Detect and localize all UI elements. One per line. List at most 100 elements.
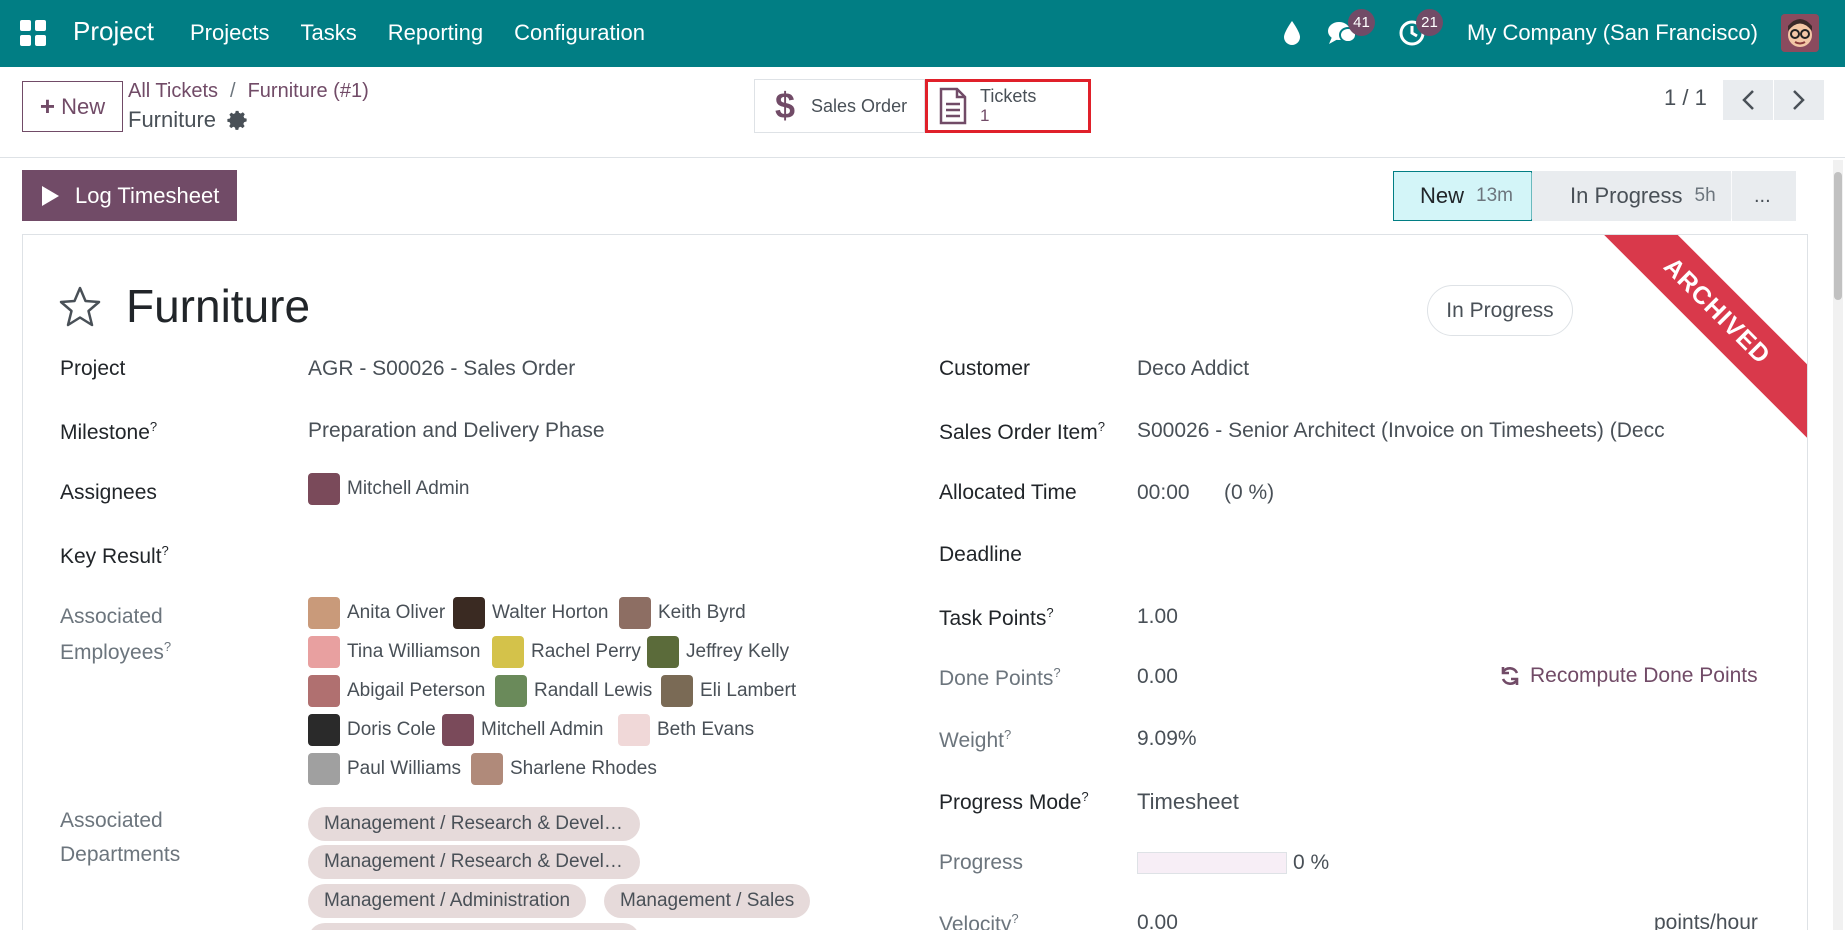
droplet-icon[interactable] <box>1283 20 1301 46</box>
sales-order-smart-button[interactable]: $ Sales Order <box>754 79 925 133</box>
weight-value: 9.09% <box>1137 727 1197 750</box>
scrollbar-thumb[interactable] <box>1834 172 1842 300</box>
breadcrumb-separator: / <box>230 80 236 102</box>
project-label: Project <box>60 357 126 380</box>
stage-new[interactable]: New 13m <box>1393 171 1532 221</box>
velocity-label: Velocity? <box>939 911 1019 930</box>
plus-icon: + <box>39 91 56 121</box>
employee-tag[interactable]: Randall Lewis <box>495 675 652 707</box>
breadcrumb-furniture[interactable]: Furniture (#1) <box>248 80 369 102</box>
menu-configuration[interactable]: Configuration <box>514 20 645 46</box>
employee-tag[interactable]: Mitchell Admin <box>442 714 604 746</box>
stage-in-progress[interactable]: In Progress 5h <box>1532 171 1732 221</box>
sales-order-item-label: Sales Order Item? <box>939 419 1105 444</box>
log-timesheet-label: Log Timesheet <box>75 182 220 208</box>
assignees-label: Assignees <box>60 481 157 504</box>
employee-tag[interactable]: Walter Horton <box>453 597 609 629</box>
breadcrumb-all-tickets[interactable]: All Tickets <box>128 80 218 102</box>
customer-value[interactable]: Deco Addict <box>1137 357 1249 381</box>
employee-tag[interactable]: Sharlene Rhodes <box>471 753 657 785</box>
stage-in-progress-label: In Progress <box>1570 183 1683 208</box>
task-points-label: Task Points? <box>939 605 1054 630</box>
employee-tag[interactable]: Keith Byrd <box>619 597 746 629</box>
archived-ribbon: ARCHIVED <box>1578 235 1807 450</box>
department-tag[interactable] <box>308 923 640 930</box>
progress-bar <box>1137 852 1287 874</box>
employee-tag[interactable]: Jeffrey Kelly <box>647 636 789 668</box>
app-name[interactable]: Project <box>73 16 154 47</box>
star-icon[interactable] <box>58 285 102 329</box>
top-navbar: Project Projects Tasks Reporting Configu… <box>0 0 1845 67</box>
messages-badge: 41 <box>1348 9 1375 36</box>
employee-tag[interactable]: Tina Williamson <box>308 636 480 668</box>
activities-badge: 21 <box>1416 9 1443 36</box>
task-title[interactable]: Furniture <box>126 279 310 333</box>
associated-departments-label-2: Departments <box>60 843 181 866</box>
velocity-value: 0.00 <box>1137 911 1178 930</box>
department-tag[interactable]: Management / Sales <box>604 884 811 918</box>
log-timesheet-button[interactable]: Log Timesheet <box>22 170 237 221</box>
progress-mode-value[interactable]: Timesheet <box>1137 789 1239 815</box>
chevron-right-icon <box>1793 90 1805 110</box>
refresh-icon <box>1501 667 1519 685</box>
employee-tag[interactable]: Rachel Perry <box>492 636 641 668</box>
milestone-value[interactable]: Preparation and Delivery Phase <box>308 419 605 443</box>
velocity-unit: points/hour <box>1654 911 1758 930</box>
allocated-time-value[interactable]: 00:00 <box>1137 481 1190 505</box>
sales-order-item-value[interactable]: S00026 - Senior Architect (Invoice on Ti… <box>1137 419 1695 443</box>
apps-grid-icon[interactable] <box>20 20 46 46</box>
tickets-label: Tickets <box>980 86 1037 106</box>
employee-tag[interactable]: Beth Evans <box>618 714 754 746</box>
stage-more-button[interactable]: ... <box>1732 171 1796 221</box>
progress-mode-label: Progress Mode? <box>939 789 1089 814</box>
record-name: Furniture <box>128 107 217 132</box>
new-button-label: New <box>61 93 106 119</box>
allocated-time-percent: (0 %) <box>1224 481 1275 504</box>
allocated-time-label: Allocated Time <box>939 481 1077 504</box>
company-switcher[interactable]: My Company (San Francisco) <box>1467 20 1758 46</box>
user-avatar[interactable] <box>1781 14 1819 52</box>
menu-projects[interactable]: Projects <box>190 20 269 46</box>
stage-in-progress-duration: 5h <box>1694 185 1716 206</box>
department-tag[interactable]: Management / Research & Devel… <box>308 807 640 841</box>
weight-label: Weight? <box>939 727 1012 752</box>
department-tag[interactable]: Management / Research & Devel… <box>308 845 640 879</box>
employee-tag[interactable]: Abigail Peterson <box>308 675 485 707</box>
assignee-tag[interactable]: Mitchell Admin <box>308 473 470 505</box>
associated-employees-label-2: Employees? <box>60 639 172 664</box>
record-title: Furniture <box>128 107 248 133</box>
pager-value[interactable]: 1 / 1 <box>1664 85 1707 111</box>
sales-order-label: Sales Order <box>811 95 908 116</box>
employee-tag[interactable]: Eli Lambert <box>661 675 796 707</box>
menu-tasks[interactable]: Tasks <box>300 20 356 46</box>
new-button[interactable]: + New <box>22 81 123 132</box>
page-scrollbar[interactable] <box>1833 160 1843 930</box>
progress-value: 0 % <box>1293 851 1330 874</box>
document-icon <box>939 87 967 125</box>
employee-tag[interactable]: Paul Williams <box>308 753 461 785</box>
dollar-icon: $ <box>775 85 796 126</box>
department-tag[interactable]: Management / Administration <box>308 884 587 918</box>
tickets-smart-button[interactable]: Tickets 1 <box>925 79 1091 133</box>
main-menu: Projects Tasks Reporting Configuration <box>190 20 676 46</box>
key-result-label: Key Result? <box>60 543 169 568</box>
avatar <box>308 473 340 505</box>
menu-reporting[interactable]: Reporting <box>388 20 483 46</box>
form-sheet: ARCHIVED Furniture In Progress Project A… <box>22 234 1808 930</box>
breadcrumb: All Tickets / Furniture (#1) <box>128 80 369 103</box>
task-points-value[interactable]: 1.00 <box>1137 605 1178 629</box>
recompute-done-points-button[interactable]: Recompute Done Points <box>1499 664 1758 688</box>
done-points-label: Done Points? <box>939 665 1061 690</box>
gear-icon[interactable] <box>226 109 248 131</box>
employee-tag[interactable]: Doris Cole <box>308 714 436 746</box>
stage-new-label: New <box>1420 183 1465 208</box>
project-value[interactable]: AGR - S00026 - Sales Order <box>308 357 575 381</box>
pager-previous-button[interactable] <box>1723 80 1773 120</box>
stage-new-duration: 13m <box>1476 185 1513 206</box>
stage-pill[interactable]: In Progress <box>1427 285 1573 336</box>
control-panel: + New All Tickets / Furniture (#1) Furnitu… <box>0 67 1845 158</box>
smart-buttons: $ Sales Order Tickets 1 <box>754 79 1091 133</box>
done-points-value: 0.00 <box>1137 665 1178 688</box>
employee-tag[interactable]: Anita Oliver <box>308 597 445 629</box>
pager-next-button[interactable] <box>1774 80 1824 120</box>
